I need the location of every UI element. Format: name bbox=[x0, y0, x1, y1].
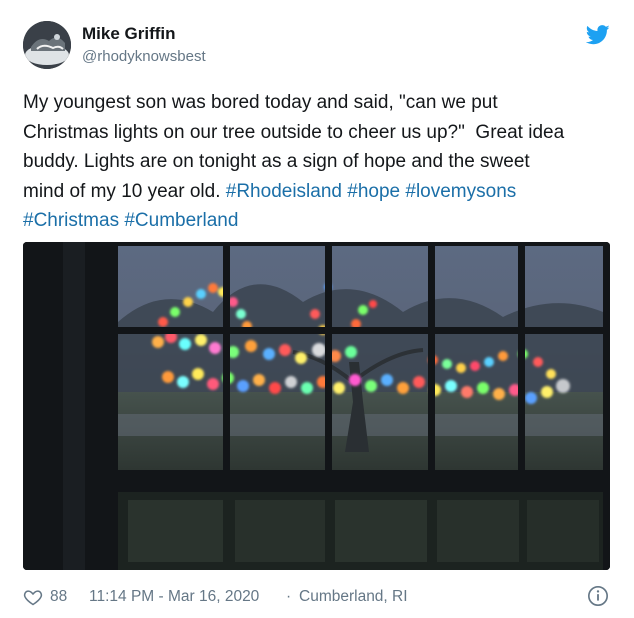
avatar[interactable] bbox=[23, 21, 71, 69]
tweet-timestamp[interactable]: 11:14 PM - Mar 16, 2020 bbox=[89, 588, 259, 606]
hashtag-link[interactable]: #hope bbox=[347, 181, 400, 202]
tweet-line: buddy. Lights are on tonight as a sign o… bbox=[23, 151, 530, 172]
tweet-photo[interactable] bbox=[23, 242, 610, 570]
separator-dot: · bbox=[286, 588, 292, 605]
avatar-image bbox=[23, 21, 71, 69]
twitter-bird-icon[interactable] bbox=[586, 25, 610, 45]
hashtag-link[interactable]: #lovemysons bbox=[405, 181, 516, 202]
hashtag-line: #Christmas #Cumberland bbox=[23, 206, 613, 236]
tweet-line: My youngest son was bored today and said… bbox=[23, 92, 498, 113]
info-icon[interactable] bbox=[587, 585, 609, 607]
tweet-footer: 88 11:14 PM - Mar 16, 2020 · Cumberland,… bbox=[23, 585, 613, 609]
hashtag-link[interactable]: #Christmas bbox=[23, 210, 119, 231]
author-handle[interactable]: @rhodyknowsbest bbox=[82, 48, 206, 65]
tweet-text: My youngest son was bored today and said… bbox=[23, 88, 613, 236]
tweet-line: mind of my 10 year old. bbox=[23, 180, 226, 202]
tweet-line-with-hashtags: mind of my 10 year old. #Rhodeisland #ho… bbox=[23, 177, 613, 207]
like-count[interactable]: 88 bbox=[50, 588, 67, 606]
hashtag-link[interactable]: #Cumberland bbox=[124, 210, 238, 231]
heart-icon[interactable] bbox=[23, 587, 43, 607]
tweet-line: Christmas lights on our tree outside to … bbox=[23, 121, 565, 143]
window-lights-photo bbox=[23, 242, 610, 570]
hashtag-link[interactable]: #Rhodeisland bbox=[226, 181, 342, 202]
author-name[interactable]: Mike Griffin bbox=[82, 24, 176, 44]
tweet-location[interactable]: Cumberland, RI bbox=[299, 588, 408, 606]
